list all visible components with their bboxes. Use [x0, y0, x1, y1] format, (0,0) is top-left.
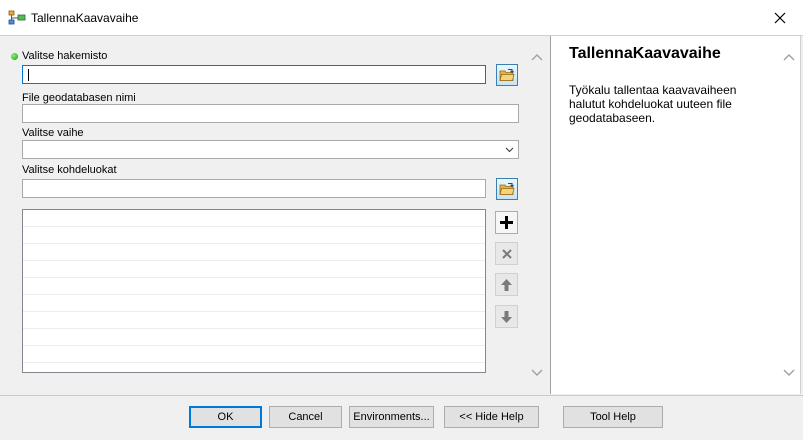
vaihe-select[interactable]	[22, 140, 519, 159]
tool-help-button[interactable]: Tool Help	[563, 406, 663, 428]
list-item[interactable]	[23, 346, 485, 363]
help-scrollbar[interactable]	[781, 46, 797, 386]
help-pane: TallennaKaavavaihe Työkalu tallentaa kaa…	[550, 36, 801, 394]
plus-icon	[500, 216, 513, 229]
cancel-button[interactable]: Cancel	[269, 406, 342, 428]
scroll-up-icon	[531, 54, 543, 61]
list-item[interactable]	[23, 244, 485, 261]
hakemisto-input[interactable]	[22, 65, 486, 84]
help-description: Työkalu tallentaa kaavavaiheen halutut k…	[569, 83, 737, 125]
kohdeluokat-browse-button[interactable]	[496, 178, 518, 200]
text-caret	[28, 69, 29, 81]
add-item-button[interactable]	[495, 211, 518, 234]
model-tool-icon	[8, 10, 26, 25]
kohdeluokat-input[interactable]	[22, 179, 486, 198]
close-icon	[774, 12, 786, 23]
list-item[interactable]	[23, 295, 485, 312]
close-button[interactable]	[757, 0, 803, 35]
required-indicator-icon	[11, 53, 18, 60]
gdb-name-label: File geodatabasen nimi	[22, 92, 136, 104]
delete-icon	[501, 248, 512, 259]
scroll-down-icon	[783, 369, 795, 376]
window-title: TallennaKaavavaihe	[31, 11, 139, 25]
remove-item-button[interactable]	[495, 242, 518, 265]
move-down-button[interactable]	[495, 305, 518, 328]
list-item[interactable]	[23, 261, 485, 278]
list-item[interactable]	[23, 329, 485, 346]
scroll-up-icon	[783, 54, 795, 61]
kohdeluokat-label: Valitse kohdeluokat	[22, 164, 117, 176]
hide-help-button[interactable]: << Hide Help	[444, 406, 539, 428]
list-item[interactable]	[23, 210, 485, 227]
list-item[interactable]	[23, 227, 485, 244]
vaihe-label: Valitse vaihe	[22, 127, 84, 139]
chevron-down-icon	[505, 147, 514, 153]
hakemisto-label: Valitse hakemisto	[22, 50, 108, 62]
move-up-button[interactable]	[495, 273, 518, 296]
environments-button[interactable]: Environments...	[349, 406, 434, 428]
help-title: TallennaKaavavaihe	[569, 45, 721, 62]
kohdeluokat-list[interactable]	[22, 209, 486, 373]
gdb-name-input[interactable]	[22, 104, 519, 123]
list-item[interactable]	[23, 312, 485, 329]
title-bar: TallennaKaavavaihe	[0, 0, 803, 36]
ok-button[interactable]: OK	[189, 406, 262, 428]
arrow-down-icon	[501, 310, 512, 323]
scroll-down-icon	[531, 369, 543, 376]
list-item[interactable]	[23, 278, 485, 295]
arrow-up-icon	[501, 278, 512, 291]
parameters-scrollbar[interactable]	[529, 46, 545, 386]
open-folder-icon	[499, 68, 515, 81]
parameters-pane: Valitse hakemisto File geodatabasen nimi…	[1, 36, 548, 394]
hakemisto-browse-button[interactable]	[496, 64, 518, 86]
button-bar: OK Cancel Environments... << Hide Help T…	[0, 395, 803, 440]
open-folder-icon	[499, 182, 515, 195]
